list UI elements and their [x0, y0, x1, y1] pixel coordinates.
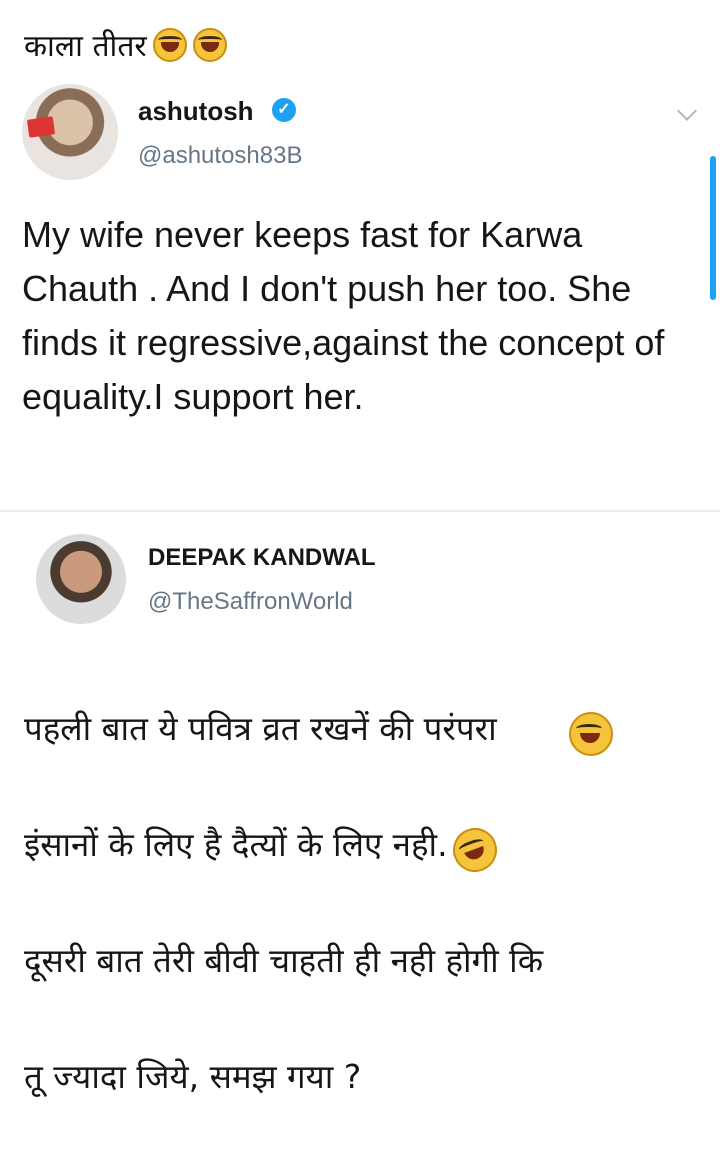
author-handle[interactable]: @TheSaffronWorld	[148, 588, 353, 616]
chevron-down-icon[interactable]	[677, 101, 697, 121]
tweet-body: My wife never keeps fast for Karwa Chaut…	[22, 214, 665, 417]
caption-text: काला तीतर	[24, 29, 147, 64]
avatar[interactable]	[22, 84, 118, 180]
avatar[interactable]	[36, 534, 126, 624]
laughing-tears-emoji-icon	[569, 712, 613, 756]
tweet-body-line: तू ज्यादा जिये, समझ गया ?	[24, 1057, 362, 1096]
tweet-body-line: इंसानों के लिए है दैत्यों के लिए नही.	[24, 825, 448, 864]
caption-bar: काला तीतर	[0, 0, 720, 70]
laughing-tears-emoji-icon	[192, 27, 227, 62]
tweet-body-line: दूसरी बात तेरी बीवी चाहती ही नही होगी कि	[24, 941, 544, 980]
author-name[interactable]: ashutosh	[138, 96, 254, 127]
scrollbar[interactable]	[710, 156, 716, 300]
channel-logo-icon	[26, 116, 56, 138]
reply-tweet[interactable]: DEEPAK KANDWAL @TheSaffronWorld पहली बात…	[0, 512, 720, 1096]
verified-badge-icon: ✓	[272, 98, 296, 122]
original-tweet[interactable]: ashutosh ✓ @ashutosh83B My wife never ke…	[0, 70, 720, 510]
author-name[interactable]: DEEPAK KANDWAL	[148, 544, 376, 572]
laughing-tears-emoji-icon	[152, 27, 187, 62]
author-handle[interactable]: @ashutosh83B	[138, 142, 302, 170]
meme-caption: काला तीतर	[24, 24, 227, 65]
